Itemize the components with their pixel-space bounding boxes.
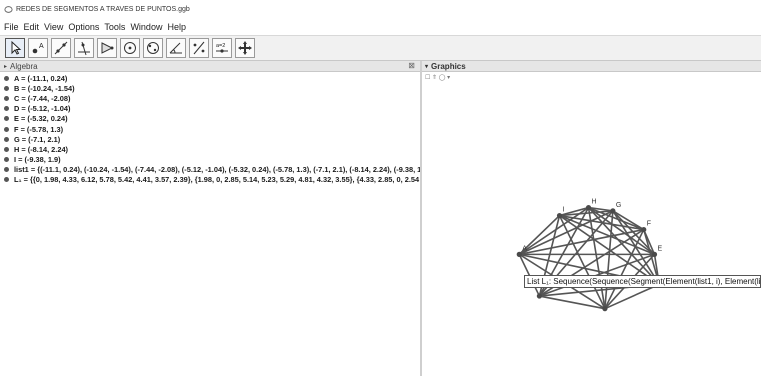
circle-tool-icon bbox=[124, 42, 136, 54]
point-I[interactable] bbox=[556, 212, 563, 219]
point-A[interactable] bbox=[516, 251, 522, 257]
polygon-tool-icon bbox=[101, 42, 114, 54]
reflect-tool-button[interactable] bbox=[189, 38, 209, 58]
graphics-view[interactable]: ADEFGHI bbox=[422, 82, 761, 376]
algebra-row-G[interactable]: G = (-7.1, 2.1) bbox=[0, 134, 420, 144]
point-B[interactable] bbox=[536, 293, 542, 299]
menu-bar: File Edit View Options Tools Window Help bbox=[0, 18, 761, 35]
algebra-row-text: H = (-8.14, 2.24) bbox=[14, 144, 69, 154]
point-F[interactable] bbox=[641, 226, 647, 233]
visibility-toggle-icon[interactable] bbox=[4, 167, 9, 173]
window-title: REDES DE SEGMENTOS A TRAVES DE PUNTOS.gg… bbox=[16, 5, 190, 13]
visibility-toggle-icon[interactable] bbox=[4, 95, 9, 101]
algebra-view: A = (-11.1, 0.24) B = (-10.24, -1.54) C … bbox=[0, 73, 420, 376]
menu-file[interactable]: File bbox=[4, 22, 19, 32]
algebra-row-text: A = (-11.1, 0.24) bbox=[14, 73, 68, 83]
move-view-tool-icon bbox=[238, 41, 252, 55]
algebra-row-text: E = (-5.32, 0.24) bbox=[14, 114, 68, 124]
point-label-G: G bbox=[616, 202, 621, 209]
visibility-toggle-icon[interactable] bbox=[4, 106, 9, 112]
circle-tool-button[interactable] bbox=[120, 38, 140, 58]
conic-tool-button[interactable] bbox=[143, 38, 163, 58]
algebra-row-text: F = (-5.78, 1.3) bbox=[14, 124, 64, 134]
graphics-style-bar: ☐ ⇑ ◯ ▾ bbox=[422, 72, 761, 82]
perpendicular-tool-icon bbox=[78, 41, 90, 56]
algebra-row-C[interactable]: C = (-7.44, -2.08) bbox=[0, 93, 420, 103]
angle-tool-button[interactable] bbox=[166, 38, 186, 58]
algebra-row-text: B = (-10.24, -1.54) bbox=[14, 83, 75, 93]
visibility-toggle-icon[interactable] bbox=[4, 136, 9, 142]
svg-text:a=2: a=2 bbox=[216, 43, 225, 49]
collapse-arrow-icon[interactable]: ▾ bbox=[425, 63, 428, 70]
reflect-tool-icon bbox=[193, 41, 205, 55]
algebra-row-text: I = (-9.38, 1.9) bbox=[14, 155, 61, 165]
algebra-row-L1[interactable]: L₁ = {{0, 1.98, 4.33, 6.12, 5.78, 5.42, … bbox=[0, 175, 420, 185]
algebra-view-title: Algebra bbox=[10, 61, 38, 71]
object-tooltip: List L₁: Sequence(Sequence(Segment(Eleme… bbox=[524, 275, 761, 288]
line-tool-button[interactable] bbox=[51, 38, 71, 58]
svg-text:A: A bbox=[39, 43, 44, 50]
graphics-view-title: Graphics bbox=[431, 61, 466, 71]
algebra-row-D[interactable]: D = (-5.12, -1.04) bbox=[0, 104, 420, 114]
point-tool-icon: A bbox=[32, 43, 44, 54]
close-view-icon[interactable]: ⊠ bbox=[408, 61, 415, 70]
geogebra-app-icon bbox=[4, 5, 13, 13]
point-H[interactable] bbox=[585, 204, 592, 211]
point-G[interactable] bbox=[610, 208, 616, 214]
line-tool-icon bbox=[54, 41, 68, 55]
menu-options[interactable]: Options bbox=[68, 22, 99, 32]
tooltip-text: List L₁: Sequence(Sequence(Segment(Eleme… bbox=[527, 277, 761, 286]
point-C[interactable] bbox=[602, 306, 608, 312]
point-label-A: A bbox=[522, 245, 527, 252]
angle-tool-icon bbox=[169, 42, 182, 54]
visibility-toggle-icon[interactable] bbox=[4, 177, 9, 183]
polygon-tool-button[interactable] bbox=[97, 38, 117, 58]
move-view-tool-button[interactable] bbox=[235, 38, 255, 58]
algebra-row-text: list1 = {(-11.1, 0.24), (-10.24, -1.54),… bbox=[14, 165, 420, 175]
algebra-row-I[interactable]: I = (-9.38, 1.9) bbox=[0, 155, 420, 165]
menu-edit[interactable]: Edit bbox=[24, 22, 40, 32]
conic-tool-icon bbox=[147, 42, 159, 54]
point-tool-button[interactable]: A bbox=[28, 38, 48, 58]
point-label-H: H bbox=[592, 199, 597, 206]
visibility-toggle-icon[interactable] bbox=[4, 157, 9, 163]
graphics-view-header: ▾ Graphics bbox=[422, 61, 761, 72]
algebra-row-text: L₁ = {{0, 1.98, 4.33, 6.12, 5.78, 5.42, … bbox=[14, 175, 420, 185]
menu-window[interactable]: Window bbox=[130, 22, 162, 32]
algebra-view-header: ▸ Algebra ⊠ bbox=[0, 61, 420, 72]
visibility-toggle-icon[interactable] bbox=[4, 116, 9, 122]
move-tool-button[interactable] bbox=[5, 38, 25, 58]
algebra-row-A[interactable]: A = (-11.1, 0.24) bbox=[0, 73, 420, 83]
perpendicular-tool-button[interactable] bbox=[74, 38, 94, 58]
algebra-row-B[interactable]: B = (-10.24, -1.54) bbox=[0, 83, 420, 93]
move-tool-icon bbox=[11, 40, 22, 55]
slider-tool-button[interactable]: a=2 bbox=[212, 38, 232, 58]
collapse-arrow-icon[interactable]: ▸ bbox=[4, 63, 7, 70]
visibility-toggle-icon[interactable] bbox=[4, 85, 9, 91]
point-E[interactable] bbox=[651, 251, 658, 257]
style-bar-buttons[interactable]: ☐ ⇑ ◯ ▾ bbox=[425, 74, 450, 81]
menu-view[interactable]: View bbox=[44, 22, 63, 32]
visibility-toggle-icon[interactable] bbox=[4, 126, 9, 132]
algebra-row-F[interactable]: F = (-5.78, 1.3) bbox=[0, 124, 420, 134]
algebra-row-list1[interactable]: list1 = {(-11.1, 0.24), (-10.24, -1.54),… bbox=[0, 165, 420, 175]
visibility-toggle-icon[interactable] bbox=[4, 75, 9, 81]
menu-help[interactable]: Help bbox=[167, 22, 186, 32]
algebra-row-text: C = (-7.44, -2.08) bbox=[14, 93, 71, 103]
segment-EG[interactable] bbox=[612, 210, 656, 255]
slider-tool-icon: a=2 bbox=[216, 43, 228, 53]
point-label-I: I bbox=[563, 207, 565, 214]
point-label-F: F bbox=[647, 221, 651, 228]
algebra-row-text: D = (-5.12, -1.04) bbox=[14, 104, 71, 114]
algebra-row-E[interactable]: E = (-5.32, 0.24) bbox=[0, 114, 420, 124]
point-label-E: E bbox=[658, 245, 663, 252]
toolbar: A a=2 bbox=[0, 35, 761, 61]
algebra-row-H[interactable]: H = (-8.14, 2.24) bbox=[0, 144, 420, 154]
window-titlebar: REDES DE SEGMENTOS A TRAVES DE PUNTOS.gg… bbox=[0, 0, 761, 18]
graphics-canvas[interactable]: ADEFGHI bbox=[422, 82, 761, 376]
algebra-row-text: G = (-7.1, 2.1) bbox=[14, 134, 61, 144]
visibility-toggle-icon[interactable] bbox=[4, 146, 9, 152]
menu-tools[interactable]: Tools bbox=[104, 22, 125, 32]
